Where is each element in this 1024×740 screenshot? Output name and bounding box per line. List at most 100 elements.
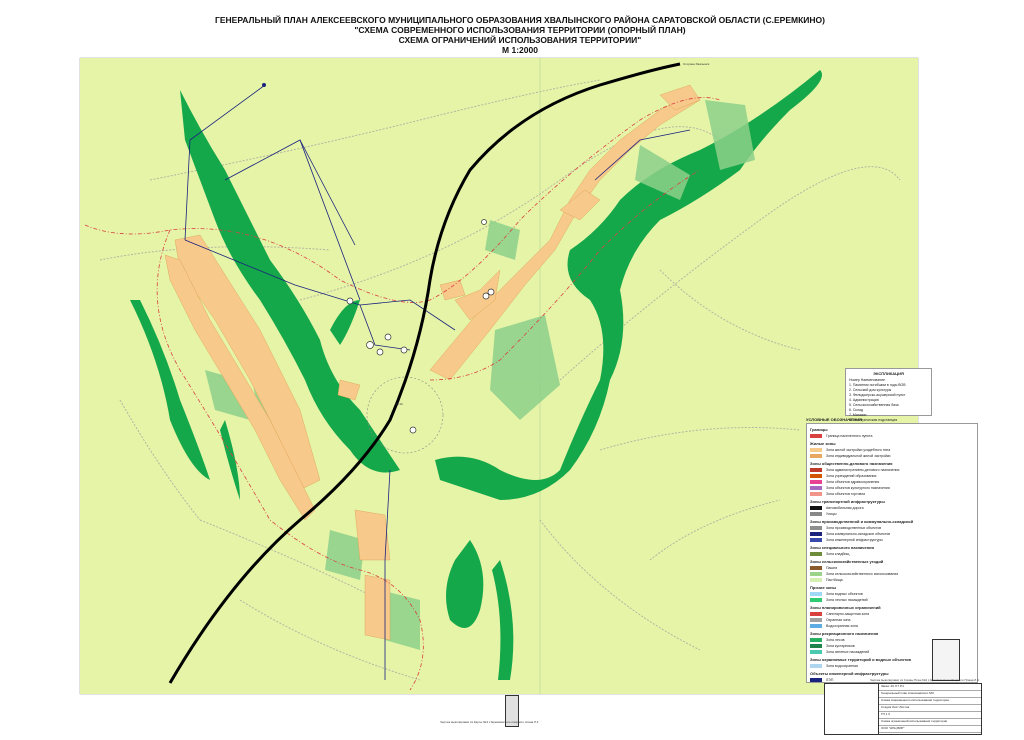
title-line-4: М 1:2000	[502, 45, 538, 55]
legend-swatch	[810, 479, 822, 484]
explication-item: 2. Сельский дом культуры	[849, 388, 892, 392]
legend-swatch	[810, 637, 822, 642]
legend-label: Санитарно-защитная зона	[826, 611, 870, 616]
legend-row: Зона учреждений образования	[810, 473, 974, 478]
legend-swatch	[810, 485, 822, 490]
title-stamp: Заказ: 40 Л.7 Р.1 Генеральный план Алексе…	[878, 683, 982, 735]
legend-label: Граница населенного пункта	[826, 433, 873, 438]
stamp-lines: Заказ: 40 Л.7 Р.1 Генеральный план Алексе…	[879, 684, 981, 733]
legend-swatch	[810, 491, 822, 496]
legend-group-heading: Зоны общественно-делового назначения	[810, 461, 893, 466]
legend-group-heading: Зоны специального назначения	[810, 545, 874, 550]
bottom-center-note: Чертеж выкопировки из Карты №4 с Еремкин…	[440, 720, 539, 724]
location-minimap	[932, 639, 960, 681]
legend-swatch	[810, 511, 822, 516]
legend-group-heading: Жилые зоны	[810, 441, 836, 446]
legend-label: Зона учреждений образования	[826, 473, 877, 478]
legend-label: Зона водоохранная	[826, 663, 858, 668]
legend-row: Зона объектов торговли	[810, 491, 974, 496]
legend-swatch	[810, 551, 822, 556]
legend-row: Зона объектов культурного назначения	[810, 485, 974, 490]
center-label: ПС10	[395, 402, 403, 406]
legend-row: Зона жилой застройки усадебного типа	[810, 447, 974, 452]
legend-swatch	[810, 623, 822, 628]
legend-label: Пашни	[826, 565, 838, 570]
stamp-line: ГП 1 3	[879, 712, 981, 719]
legend-swatch	[810, 525, 822, 530]
legend-row: Граница населенного пункта	[810, 433, 974, 438]
legend-label: Зона зеленых насаждений	[826, 649, 870, 654]
title-line-2: "СХЕМА СОВРЕМЕННОГО ИСПОЛЬЗОВАНИЯ ТЕРРИТ…	[354, 25, 686, 35]
stamp-line: Схема ограничений использования территор…	[879, 719, 981, 726]
legend-group-heading: Зоны сельскохозяйственных угодий	[810, 559, 884, 564]
stamp-line: ООО "НПЦ ВИР"	[879, 726, 981, 733]
legend-label: Зона административно-делового назначения	[826, 467, 900, 472]
legend-swatch	[810, 447, 822, 452]
legend-swatch	[810, 433, 822, 438]
legend-row: Улицы	[810, 511, 974, 516]
legend-swatch	[810, 617, 822, 622]
legend-row: Водоохранная зона	[810, 623, 974, 628]
legend-group-heading: Зоны планировочных ограничений	[810, 605, 881, 610]
legend-label: Зона инженерной инфраструктуры	[826, 537, 883, 542]
legend-label: Пастбища	[826, 577, 843, 582]
explication-item: 1. Памятник погибшим в годы ВОВ	[849, 383, 906, 387]
legend-label: Зона объектов культурного назначения	[826, 485, 890, 490]
legend-row: Зона административно-делового назначения	[810, 467, 974, 472]
legend-label: Зона лесов	[826, 637, 845, 642]
legend-label: Водоохранная зона	[826, 623, 858, 628]
legend-row: Автомобильная дорога	[810, 505, 974, 510]
legend-group-heading: Границы	[810, 427, 828, 432]
explication-subheading: Номер Наименование	[849, 378, 886, 382]
signature-block	[824, 683, 880, 735]
legend-title: УСЛОВНЫЕ ОБОЗНАЧЕНИЯ	[806, 417, 862, 422]
legend-row: Зона коммунально-складских объектов	[810, 531, 974, 536]
legend-group-heading: Прочие зоны	[810, 585, 836, 590]
legend-row: Зона лесных насаждений	[810, 597, 974, 602]
legend-swatch	[810, 663, 822, 668]
legend-group-heading: Зоны рекреационного назначения	[810, 631, 879, 636]
legend-label: Зона сельскохозяйственного использования	[826, 571, 899, 576]
legend-row: Зона объектов здравоохранения	[810, 479, 974, 484]
stamp-line: Генеральный план Алексеевского МО	[879, 691, 981, 698]
legend-swatch	[810, 453, 822, 458]
legend-swatch	[810, 473, 822, 478]
legend-swatch	[810, 597, 822, 602]
legend-swatch	[810, 565, 822, 570]
legend-label: Зона кустарников	[826, 643, 855, 648]
explication-item: 3. Фельдшерско-акушерский пункт	[849, 393, 906, 397]
legend-row: Зона инженерной инфраструктуры	[810, 537, 974, 542]
legend-label: Автомобильная дорога	[826, 505, 864, 510]
legend-swatch	[810, 677, 822, 682]
legend-row: Зона производственных объектов	[810, 525, 974, 530]
explication-item: 6. Склад	[849, 408, 864, 412]
legend-row: Зона сельскохозяйственного использования	[810, 571, 974, 576]
legend-label: Зона производственных объектов	[826, 525, 882, 530]
legend-swatch	[810, 591, 822, 596]
legend-swatch	[810, 531, 822, 536]
legend-row: Санитарно-защитная зона	[810, 611, 974, 616]
power-node	[262, 83, 266, 87]
legend-row: Зона водных объектов	[810, 591, 974, 596]
legend-swatch	[810, 571, 822, 576]
stamp-line: Заказ: 40 Л.7 Р.1	[879, 684, 981, 691]
explication-item: 5. Сельскохозяйственная база	[849, 403, 899, 407]
legend-row: Пашни	[810, 565, 974, 570]
legend-label: Зона объектов здравоохранения	[826, 479, 880, 484]
title-line-1: ГЕНЕРАЛЬНЫЙ ПЛАН АЛЕКСЕЕВСКОГО МУНИЦИПАЛ…	[215, 15, 825, 25]
legend-label: ЛЭП	[826, 677, 834, 682]
legend-row: Пастбища	[810, 577, 974, 582]
legend-label: Охранная зона	[826, 617, 851, 622]
explication-heading: ЭКСПЛИКАЦИЯ	[873, 371, 904, 376]
legend-label: Зона коммунально-складских объектов	[826, 531, 891, 536]
stamp-line: Схема современного использования террито…	[879, 698, 981, 705]
legend-swatch	[810, 577, 822, 582]
legend-group-heading: Зоны производственной и коммунально-скла…	[810, 519, 914, 524]
map-title: ГЕНЕРАЛЬНЫЙ ПЛАН АЛЕКСЕЕВСКОГО МУНИЦИПАЛ…	[180, 15, 860, 55]
legend-label: Зона лесных насаждений	[826, 597, 868, 602]
legend-label: Зона водных объектов	[826, 591, 863, 596]
legend-row: Зона кладбищ	[810, 551, 974, 556]
explication-box: ЭКСПЛИКАЦИЯ Номер Наименование 1. Памятн…	[845, 368, 932, 432]
legend-group-heading: Зоны транспортной инфраструктуры	[810, 499, 885, 504]
legend-swatch	[810, 467, 822, 472]
